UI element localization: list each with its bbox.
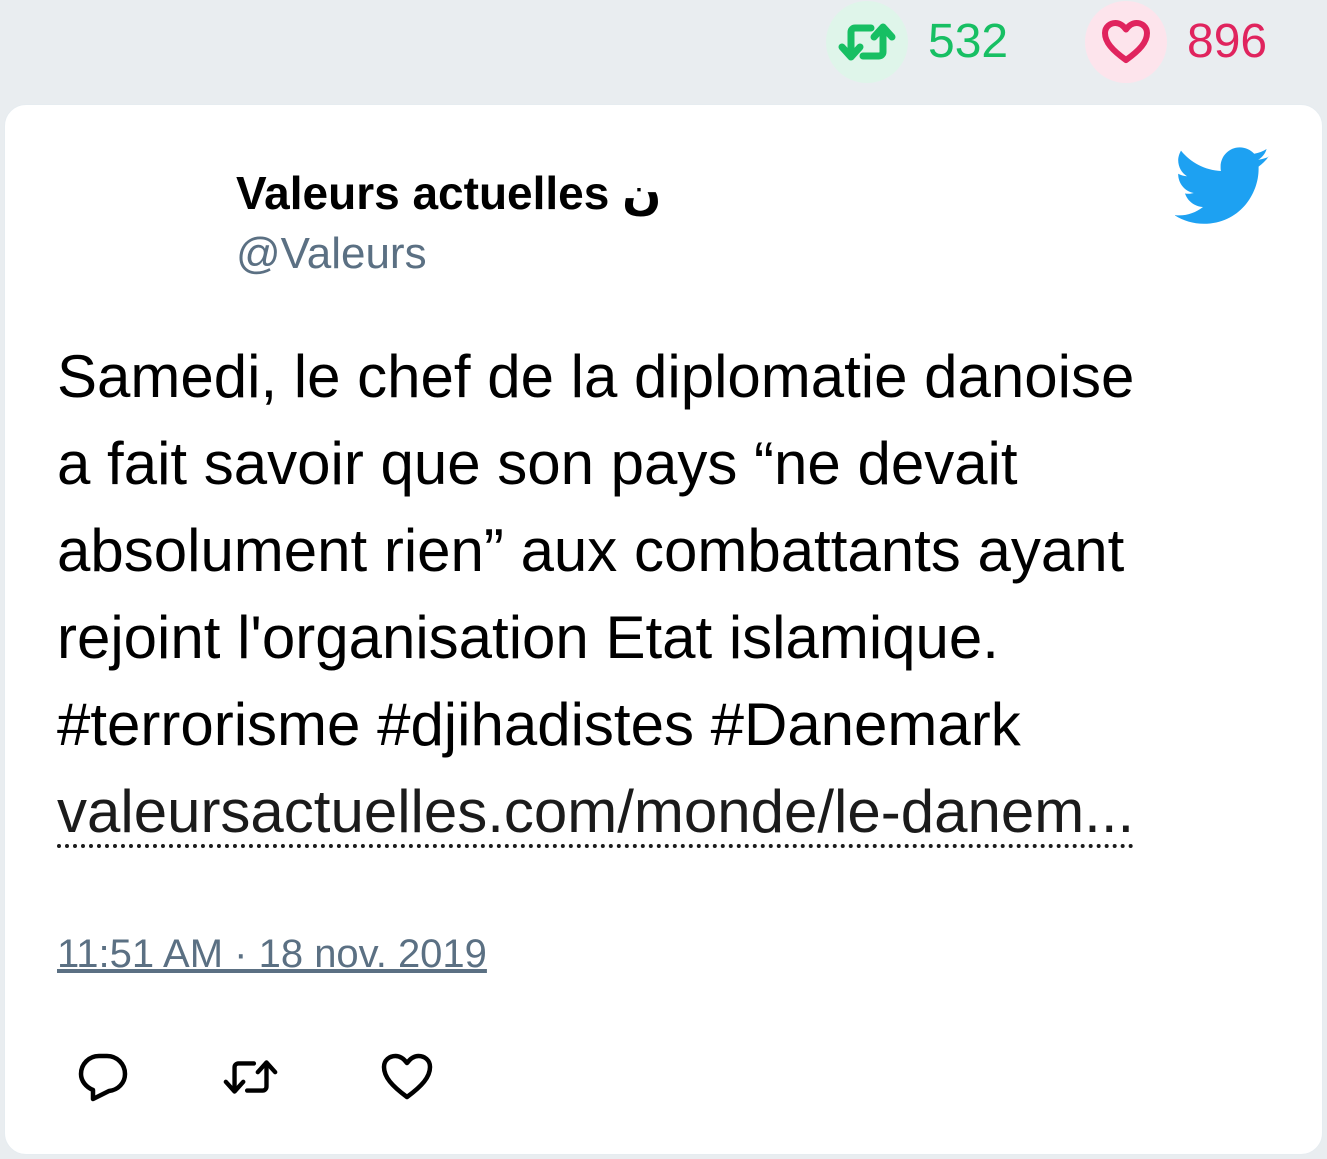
reply-button[interactable] [73,1047,133,1107]
heart-icon [1102,20,1150,63]
like-stat-icon-circle[interactable] [1085,1,1167,83]
tweet-link[interactable]: valeursactuelles.com/monde/le-danem... [57,780,1135,848]
heart-icon [381,1053,433,1100]
retweet-stat-icon-circle[interactable] [826,1,908,83]
author-handle[interactable]: @Valeurs [236,229,427,280]
tweet-hashtags[interactable]: #terrorisme #djihadistes #Danemark [57,681,1287,768]
tweet-text-line: absolument rien” aux combattants ayant [57,517,1125,584]
retweet-count: 532 [928,15,1009,68]
retweet-icon [838,23,896,61]
retweet-stat[interactable]: 532 [826,0,1008,84]
tweet-card: Valeurs actuelles ن @Valeurs Samedi, le … [4,104,1323,1155]
retweet-icon [223,1060,278,1094]
retweet-button[interactable] [221,1047,281,1107]
tweet-body: Samedi, le chef de la diplomatie danoise… [57,333,1287,855]
twitter-bird-icon[interactable] [1175,147,1271,227]
author-name[interactable]: Valeurs actuelles ن [236,167,661,220]
tweet-text-line: Samedi, le chef de la diplomatie danoise [57,343,1135,410]
tweet-timestamp[interactable]: 11:51 AM · 18 nov. 2019 [57,932,487,977]
engagement-stats-bar: 532 896 [0,0,1327,100]
tweet-text-line: a fait savoir que son pays “ne devait [57,430,1018,497]
tweet-actions [57,1047,557,1111]
like-count: 896 [1187,15,1268,68]
like-button[interactable] [377,1047,437,1107]
reply-icon [78,1053,128,1102]
tweet-text-line: rejoint l'organisation Etat islamique. [57,604,999,671]
like-stat[interactable]: 896 [1085,0,1267,84]
